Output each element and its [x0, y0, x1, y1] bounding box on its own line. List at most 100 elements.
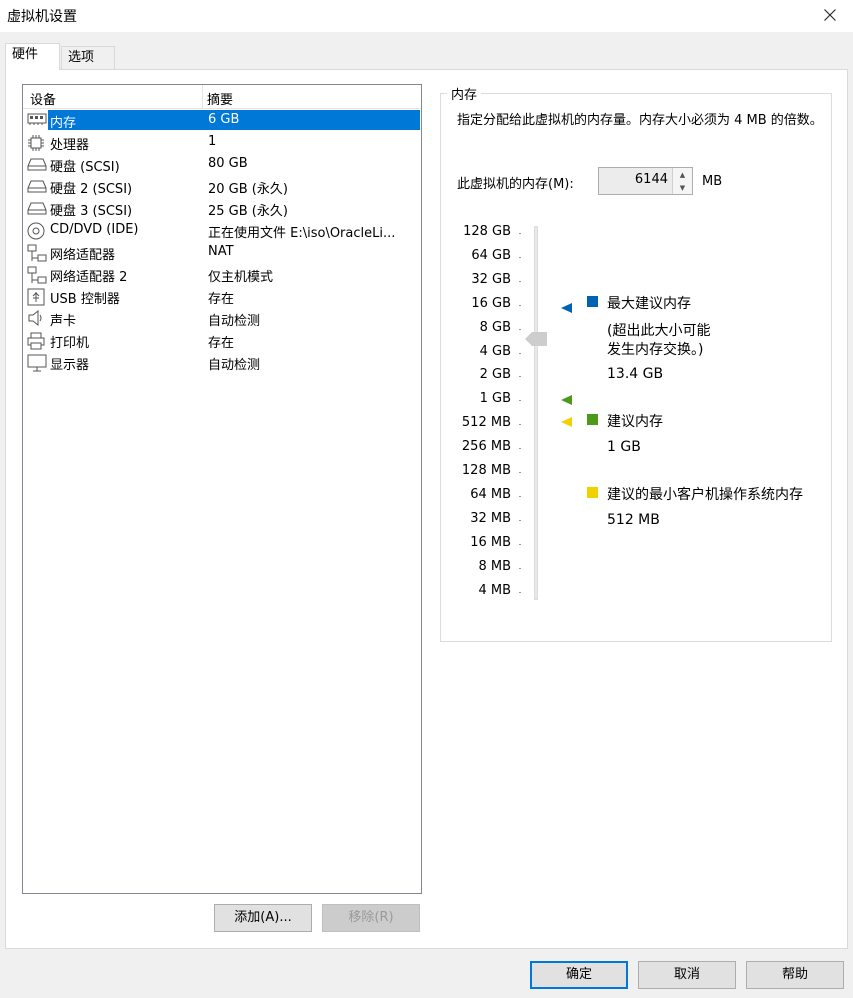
- device-name: 网络适配器 2: [50, 270, 128, 285]
- help-button[interactable]: 帮助: [746, 961, 844, 989]
- scale-label: 32 GB: [471, 271, 511, 287]
- memory-value[interactable]: 6144: [635, 172, 668, 187]
- spin-up-icon[interactable]: ▲: [673, 168, 692, 181]
- scale-label: 1 GB: [479, 391, 511, 407]
- scale-tick: [519, 304, 521, 306]
- device-row[interactable]: 硬盘 (SCSI) 80 GB: [24, 154, 420, 176]
- min-guest-marker: [561, 417, 572, 427]
- scale-tick: [519, 256, 521, 258]
- device-summary: 25 GB (永久): [208, 204, 288, 219]
- scale-label: 2 GB: [479, 367, 511, 383]
- device-row[interactable]: 声卡 自动检测: [24, 308, 420, 330]
- tab-hardware[interactable]: 硬件: [5, 43, 60, 70]
- scale-label: 512 MB: [461, 415, 511, 431]
- monitor-icon: [27, 354, 47, 372]
- device-name: 内存: [50, 116, 77, 131]
- title-bar: 虚拟机设置: [0, 0, 853, 32]
- scale-tick: [519, 519, 521, 521]
- scale-label: 32 MB: [470, 510, 511, 526]
- column-device[interactable]: 设备: [30, 89, 56, 108]
- ok-button[interactable]: 确定: [530, 961, 628, 989]
- max-recommended-marker: [561, 303, 572, 313]
- network-icon: [27, 244, 47, 262]
- scale-tick: [519, 280, 521, 282]
- printer-icon: [27, 332, 47, 350]
- max-recommended-value: 13.4 GB: [607, 366, 664, 382]
- device-row[interactable]: 内存 6 GB: [24, 110, 420, 132]
- scale-tick: [519, 567, 521, 569]
- recommended-label: 建议内存: [607, 414, 663, 430]
- memory-unit: MB: [702, 174, 723, 189]
- device-summary: 仅主机模式: [208, 270, 274, 285]
- max-recommended-note-2: 发生内存交换。): [607, 342, 704, 358]
- tab-options[interactable]: 选项: [61, 46, 115, 70]
- scale-tick: [519, 591, 521, 593]
- scale-label: 4 MB: [478, 582, 511, 598]
- device-row[interactable]: CD/DVD (IDE) 正在使用文件 E:\iso\OracleLi...: [24, 220, 420, 242]
- window-title: 虚拟机设置: [7, 9, 77, 25]
- scale-label: 64 MB: [470, 486, 511, 502]
- scale-tick: [519, 424, 521, 426]
- device-row[interactable]: 打印机 存在: [24, 330, 420, 352]
- scale-label: 8 GB: [479, 319, 511, 335]
- device-row[interactable]: 处理器 1: [24, 132, 420, 154]
- recommended-swatch: [587, 414, 598, 425]
- device-summary: 自动检测: [208, 314, 261, 329]
- scale-tick: [519, 400, 521, 402]
- scale-tick: [519, 233, 521, 234]
- network-icon: [27, 266, 47, 284]
- scale-label: 128 GB: [463, 224, 511, 239]
- scale-label: 128 MB: [461, 463, 511, 478]
- device-row[interactable]: 硬盘 3 (SCSI) 25 GB (永久): [24, 198, 420, 220]
- add-device-button[interactable]: 添加(A)...: [214, 904, 312, 932]
- max-recommended-swatch: [587, 296, 598, 307]
- device-name: 声卡: [50, 314, 77, 329]
- device-name: 网络适配器: [50, 248, 116, 263]
- device-list-header: 设备 摘要: [23, 85, 421, 109]
- memory-description: 指定分配给此虚拟机的内存量。内存大小必须为 4 MB 的倍数。: [457, 113, 823, 128]
- device-row[interactable]: 显示器 自动检测: [24, 352, 420, 374]
- usb-icon: [27, 288, 47, 306]
- scale-label: 16 MB: [470, 534, 511, 550]
- min-guest-label: 建议的最小客户机操作系统内存: [607, 487, 803, 503]
- device-list[interactable]: 设备 摘要 内存 6 GB 处理器 1 硬盘 (SCSI) 80 GB 硬盘 2 (SCSI…: [22, 84, 422, 894]
- disk-icon: [27, 178, 47, 196]
- device-row[interactable]: 网络适配器 NAT: [24, 242, 420, 264]
- spin-down-icon[interactable]: ▼: [673, 181, 692, 194]
- scale-tick: [519, 352, 521, 354]
- min-guest-swatch: [587, 487, 598, 498]
- scale-label: 256 MB: [461, 439, 511, 455]
- device-summary: 80 GB: [208, 156, 248, 171]
- device-name: 显示器: [50, 358, 90, 373]
- scale-tick: [519, 543, 521, 545]
- device-summary: 6 GB: [208, 112, 240, 127]
- device-name: USB 控制器: [50, 292, 120, 307]
- close-button[interactable]: [807, 0, 853, 30]
- recommended-value: 1 GB: [607, 439, 641, 455]
- memory-slider-track[interactable]: [534, 226, 538, 600]
- min-guest-value: 512 MB: [607, 512, 660, 528]
- scale-tick: [519, 448, 521, 450]
- memory-spinbox[interactable]: 6144 ▲ ▼: [598, 167, 693, 195]
- scale-label: 8 MB: [478, 558, 511, 574]
- remove-device-button[interactable]: 移除(R): [322, 904, 420, 932]
- memory-field-label: 此虚拟机的内存(M):: [457, 177, 574, 192]
- device-row[interactable]: USB 控制器 存在: [24, 286, 420, 308]
- memory-slider-thumb[interactable]: [525, 332, 547, 346]
- cancel-button[interactable]: 取消: [638, 961, 736, 989]
- close-icon: [824, 9, 836, 21]
- device-summary: 存在: [208, 336, 235, 351]
- device-name: 硬盘 (SCSI): [50, 160, 120, 175]
- disk-icon: [27, 156, 47, 174]
- scale-label: 4 GB: [479, 343, 511, 359]
- device-row[interactable]: 硬盘 2 (SCSI) 20 GB (永久): [24, 176, 420, 198]
- max-recommended-label: 最大建议内存: [607, 296, 691, 312]
- scale-tick: [519, 328, 521, 330]
- column-summary[interactable]: 摘要: [207, 89, 233, 108]
- device-row[interactable]: 网络适配器 2 仅主机模式: [24, 264, 420, 286]
- scale-label: 64 GB: [471, 247, 511, 263]
- max-recommended-note-1: (超出此大小可能: [607, 323, 711, 339]
- device-summary: 存在: [208, 292, 235, 307]
- scale-tick: [519, 495, 521, 497]
- device-summary: 自动检测: [208, 358, 261, 373]
